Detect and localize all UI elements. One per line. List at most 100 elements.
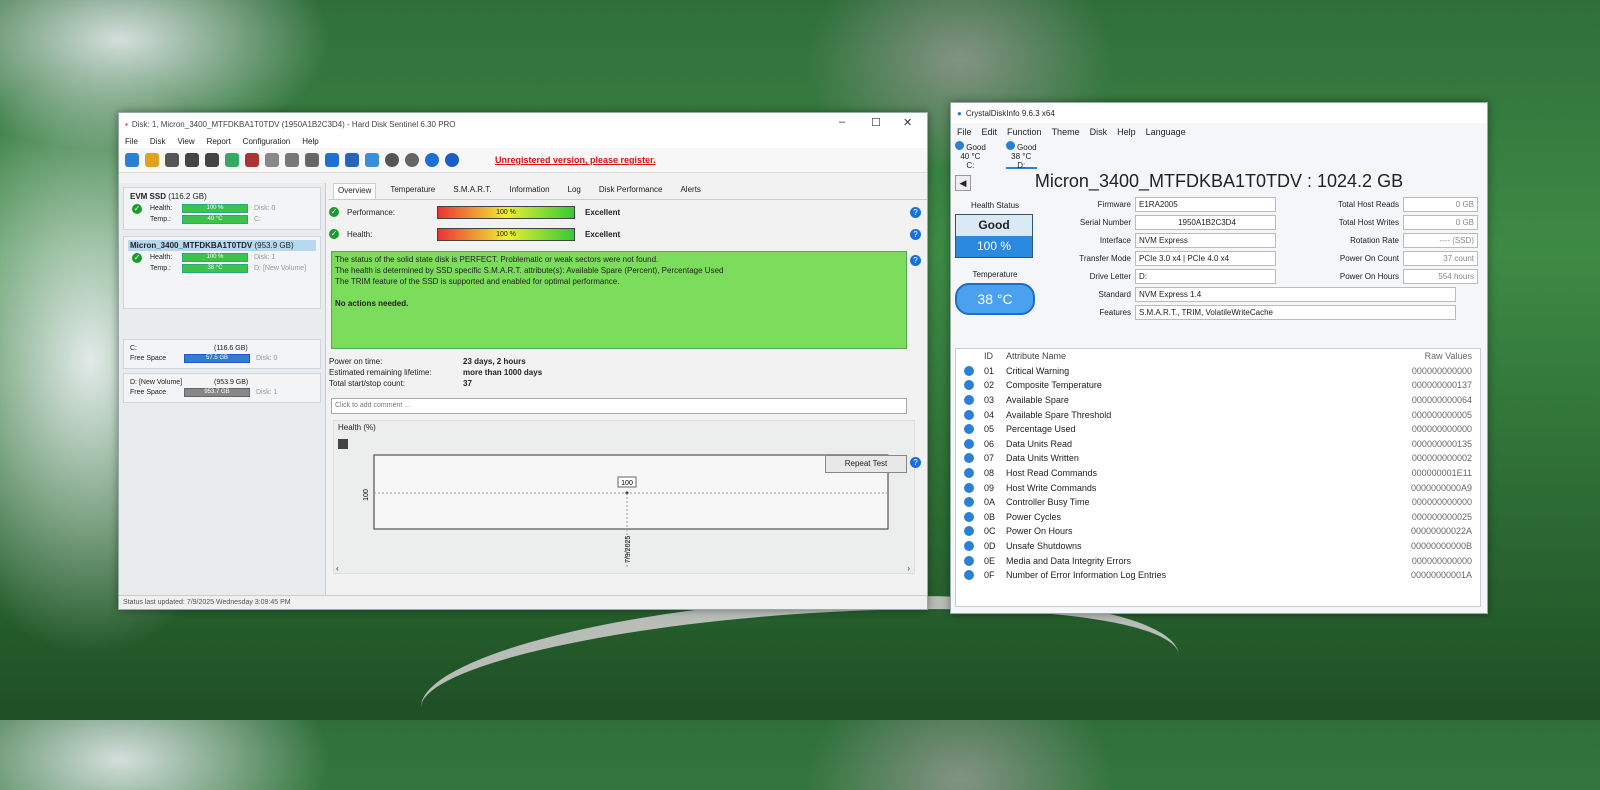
report-icon[interactable] [325, 153, 339, 167]
power-on-value: 23 days, 2 hours [463, 357, 526, 366]
overview-panel: ✓ Performance: 100 % Excellent ? ✓ Healt… [329, 201, 921, 595]
table-row[interactable]: 0B Power Cycles 000000000025 [956, 510, 1480, 525]
table-row[interactable]: 0C Power On Hours 00000000022A [956, 524, 1480, 539]
attribute-raw-value: 000000000137 [1411, 380, 1472, 391]
tab-overview[interactable]: Overview [333, 183, 377, 199]
drive-tab-c[interactable]: Good 40 °C C: [955, 141, 986, 170]
help-icon[interactable]: ? [910, 457, 921, 468]
tab-log[interactable]: Log [564, 183, 585, 199]
gear-icon[interactable] [385, 153, 399, 167]
status-ball-icon [964, 409, 974, 420]
tab-temperature[interactable]: Temperature [386, 183, 439, 199]
column-attribute-name[interactable]: Attribute Name [1006, 351, 1382, 361]
table-row[interactable]: 0F Number of Error Information Log Entrie… [956, 568, 1480, 583]
menu-configuration[interactable]: Configuration [243, 137, 291, 146]
check-icon: ✓ [132, 204, 142, 214]
refresh-icon[interactable] [125, 153, 139, 167]
volume-item-c[interactable]: C: (116.6 GB) Free Space 57.5 GB Disk: 0 [123, 339, 321, 369]
field-value: NVM Express 1.4 [1135, 286, 1456, 302]
standard-field: Standard NVM Express 1.4 [991, 285, 1456, 303]
attribute-raw-value: 0000000000A9 [1410, 482, 1472, 493]
table-row[interactable]: 0A Controller Busy Time 000000000000 [956, 495, 1480, 510]
minimize-icon[interactable]: – [839, 116, 845, 128]
tab-disk-performance[interactable]: Disk Performance [595, 183, 667, 199]
table-row[interactable]: 06 Data Units Read 000000000135 [956, 437, 1480, 452]
close-icon[interactable]: ✕ [903, 116, 912, 129]
menu-report[interactable]: Report [207, 137, 231, 146]
column-raw-values[interactable]: Raw Values [1382, 351, 1480, 361]
menu-language[interactable]: Language [1146, 127, 1186, 137]
status-ball-icon [955, 141, 964, 150]
unregistered-link[interactable]: Unregistered version, please register. [495, 155, 656, 165]
tab-smart[interactable]: S.M.A.R.T. [449, 183, 495, 199]
scroll-left-icon[interactable]: ‹ [336, 564, 339, 573]
attribute-id: 0C [984, 526, 996, 537]
table-row[interactable]: 04 Available Spare Threshold 000000000005 [956, 407, 1480, 422]
scroll-right-icon[interactable]: › [907, 564, 910, 573]
disk-info-icon[interactable] [305, 153, 319, 167]
power-on-label: Power on time: [329, 357, 383, 366]
status-ball-icon [964, 570, 974, 581]
drive-tab-d[interactable]: Good 38 °C D: [1005, 141, 1037, 170]
disk-tool-icon[interactable] [225, 153, 239, 167]
mail-icon[interactable] [345, 153, 359, 167]
table-row[interactable]: 09 Host Write Commands 0000000000A9 [956, 480, 1480, 495]
attribute-id: 0D [984, 541, 996, 552]
table-row[interactable]: 02 Composite Temperature 000000000137 [956, 378, 1480, 393]
menu-function[interactable]: Function [1007, 127, 1042, 137]
comment-input[interactable]: Click to add comment ... [331, 398, 907, 414]
disk-item-micron[interactable]: Micron_3400_MTFDKBA1T0TDV (953.9 GB) ✓ He… [123, 236, 321, 309]
column-id[interactable]: ID [984, 351, 1006, 361]
health-chart-panel: Health (%) 100 100 7/9/2025 ‹ › [333, 420, 915, 574]
disk-tool-icon[interactable] [185, 153, 199, 167]
attribute-raw-value: 000000000002 [1411, 453, 1472, 464]
disk-tool-icon[interactable] [245, 153, 259, 167]
help-icon[interactable]: ? [910, 255, 921, 266]
repeat-test-button[interactable]: Repeat Test [825, 455, 907, 473]
menu-help[interactable]: Help [1117, 127, 1136, 137]
table-row[interactable]: 0D Unsafe Shutdowns 00000000000B [956, 539, 1480, 554]
status-description: The status of the solid state disk is PE… [331, 251, 907, 349]
refresh-all-icon[interactable] [145, 153, 159, 167]
menu-view[interactable]: View [177, 137, 194, 146]
menu-theme[interactable]: Theme [1052, 127, 1080, 137]
table-row[interactable]: 05 Percentage Used 000000000000 [956, 422, 1480, 437]
table-row[interactable]: 01 Critical Warning 000000000000 [956, 364, 1480, 379]
menu-disk[interactable]: Disk [150, 137, 166, 146]
volume-item-d[interactable]: D: [New Volume] (953.9 GB) Free Space 953.… [123, 373, 321, 403]
table-row[interactable]: 03 Available Spare 000000000064 [956, 393, 1480, 408]
health-row: ✓ Health: 100 % Excellent ? [329, 223, 921, 245]
attribute-raw-value: 000000000064 [1411, 395, 1472, 406]
disk-list-panel: EVM SSD (116.2 GB) ✓ Health: 100 % Disk: 0 … [119, 183, 326, 595]
maximize-icon[interactable]: ☐ [871, 116, 881, 129]
network-icon[interactable] [365, 153, 379, 167]
settings-icon[interactable] [405, 153, 419, 167]
tools-icon[interactable] [285, 153, 299, 167]
menu-file[interactable]: File [957, 127, 972, 137]
table-row[interactable]: 07 Data Units Written 000000000002 [956, 451, 1480, 466]
drive-model: Micron_3400_MTFDKBA1T0TDV : 1024.2 GB [1034, 171, 1404, 191]
table-row[interactable]: 08 Host Read Commands 000000001E11 [956, 466, 1480, 481]
attribute-name: Data Units Written [1006, 453, 1079, 464]
tab-alerts[interactable]: Alerts [676, 183, 704, 199]
help-icon[interactable]: ? [910, 228, 921, 240]
menu-help[interactable]: Help [302, 137, 318, 146]
disk-gray-icon[interactable] [265, 153, 279, 167]
help-icon[interactable]: ? [910, 206, 921, 218]
health-bar: 100 % [437, 227, 575, 241]
menu-file[interactable]: File [125, 137, 138, 146]
tab-information[interactable]: Information [506, 183, 554, 199]
menu-disk[interactable]: Disk [1090, 127, 1108, 137]
disk-tool-icon[interactable] [205, 153, 219, 167]
list-icon[interactable] [165, 153, 179, 167]
previous-disk-button[interactable]: ◀ [955, 175, 971, 191]
table-row[interactable]: 0E Media and Data Integrity Errors 0000000… [956, 553, 1480, 568]
menu-edit[interactable]: Edit [982, 127, 998, 137]
disk-item-evm[interactable]: EVM SSD (116.2 GB) ✓ Health: 100 % Disk: 0 … [123, 187, 321, 230]
attribute-id: 03 [984, 395, 995, 406]
info-icon[interactable] [445, 153, 459, 167]
field-value: ---- (SSD) [1403, 232, 1478, 248]
attribute-name: Power On Hours [1006, 526, 1073, 537]
status-line: The TRIM feature of the SSD is supported… [335, 277, 620, 286]
help-icon[interactable] [425, 153, 439, 167]
